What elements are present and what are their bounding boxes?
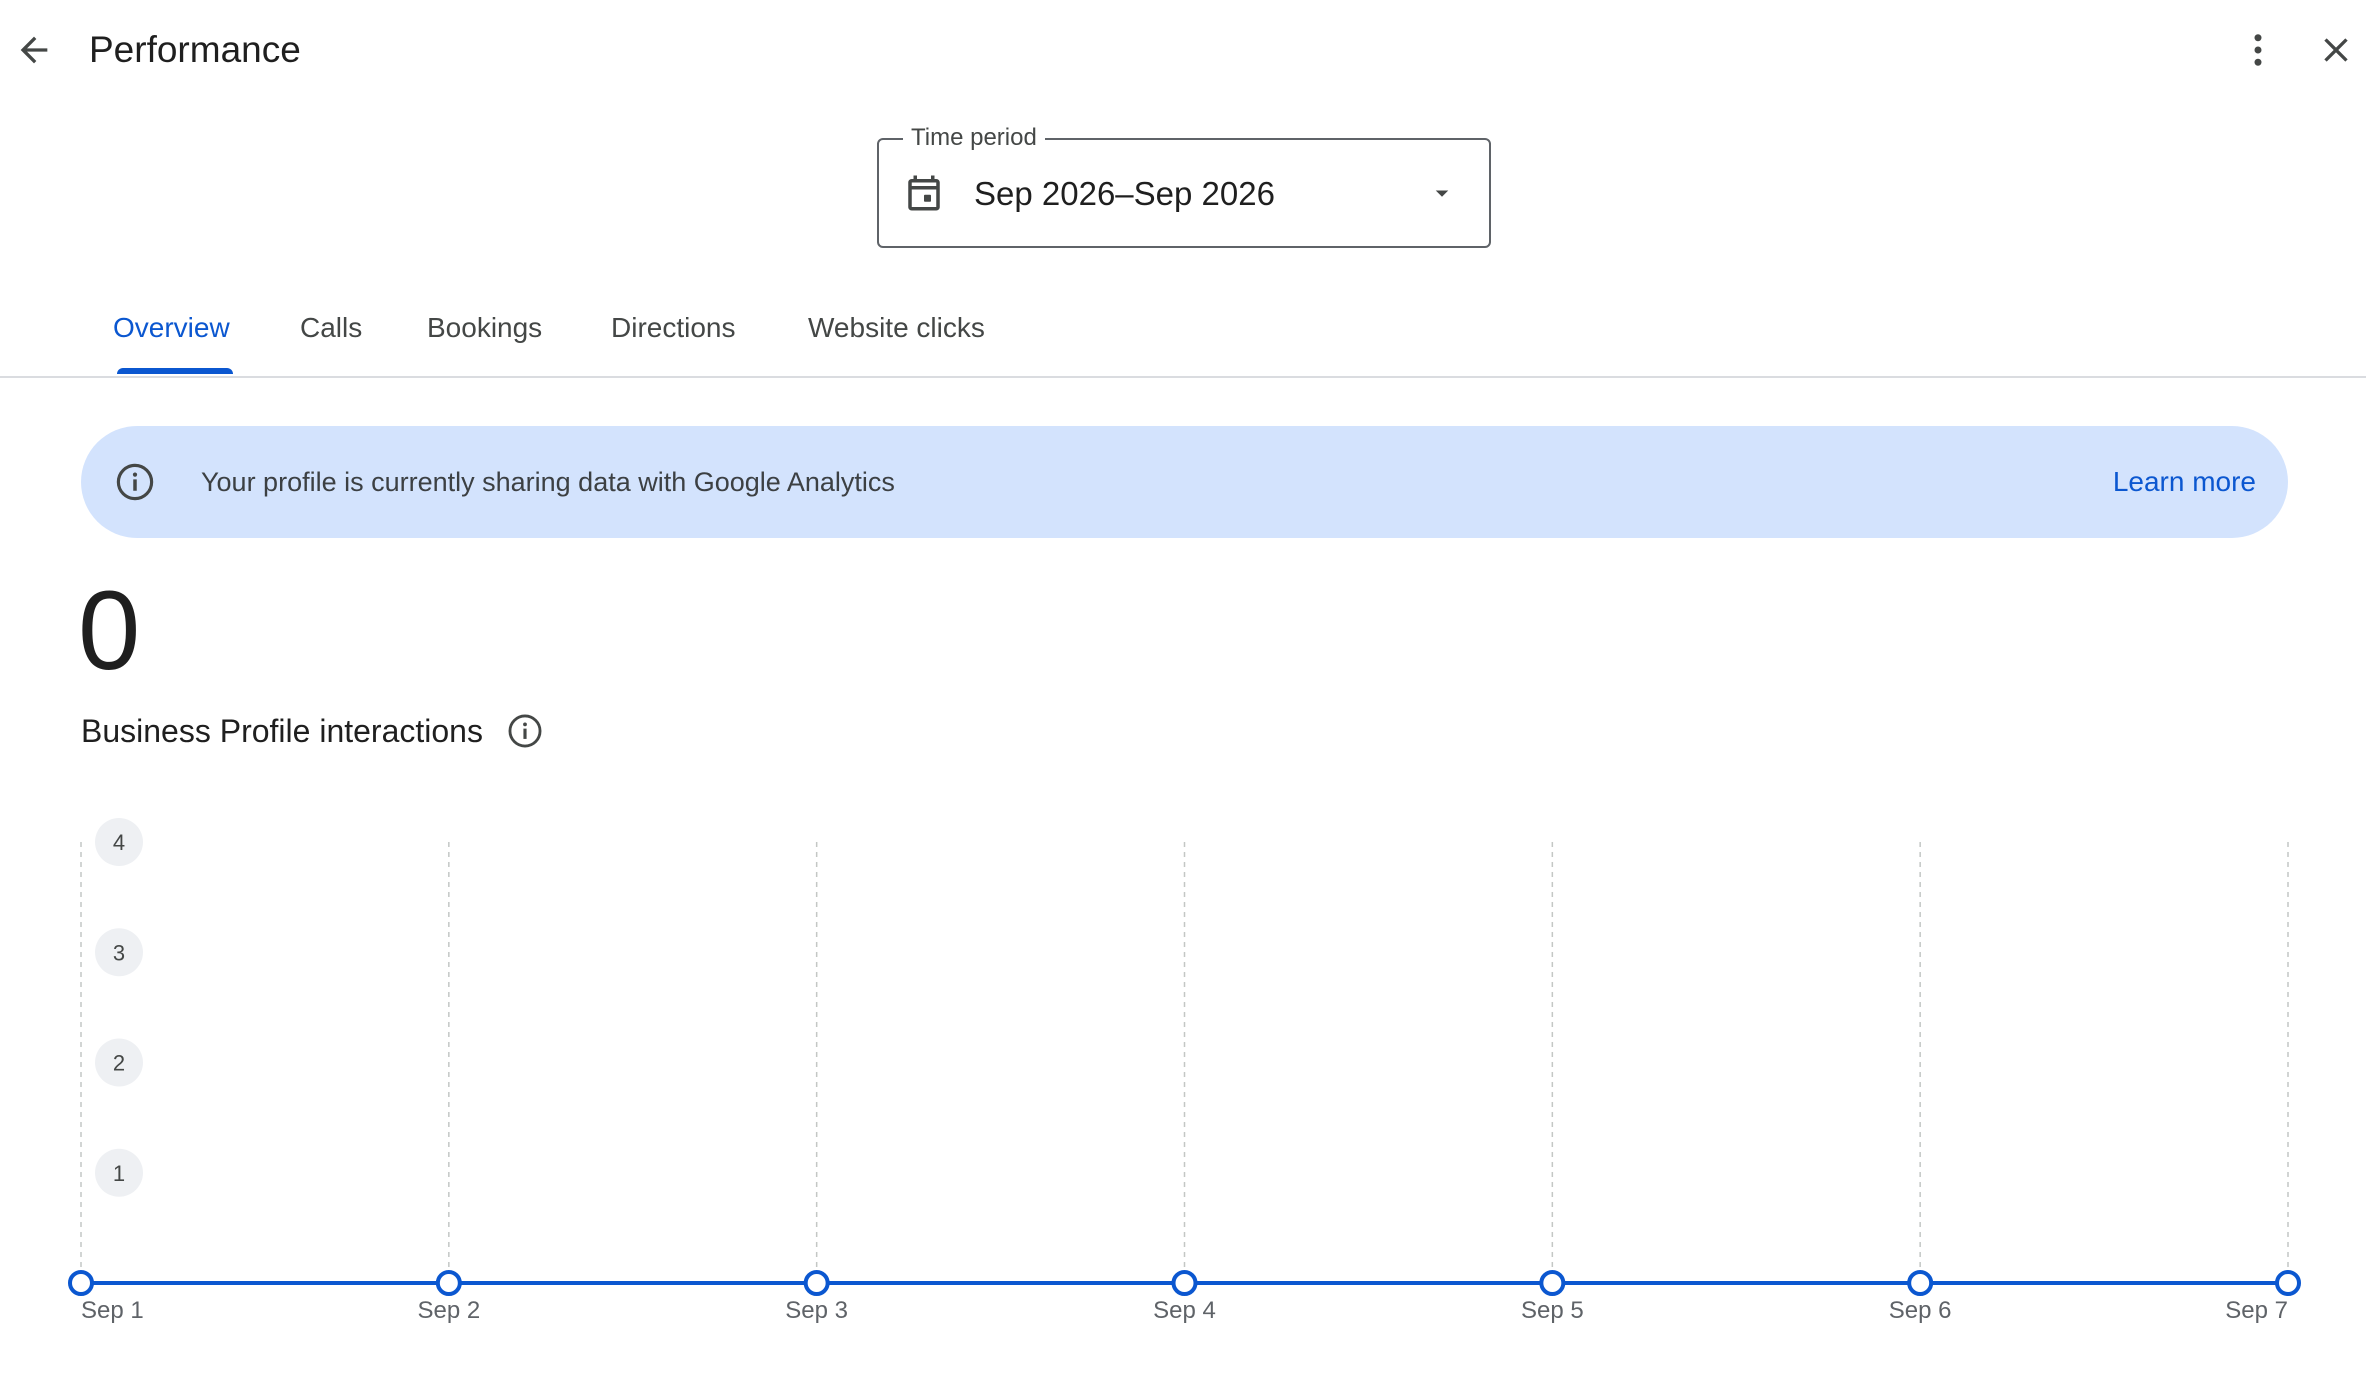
tab-website-clicks[interactable]: Website clicks xyxy=(808,300,985,376)
interactions-label: Business Profile interactions xyxy=(81,713,483,749)
close-icon xyxy=(2324,38,2348,62)
y-tick-label: 4 xyxy=(113,830,125,855)
data-point xyxy=(1907,1270,1934,1296)
more-options-button[interactable] xyxy=(2228,20,2288,80)
page-title: Performance xyxy=(89,29,301,70)
calendar-icon xyxy=(908,175,940,211)
dropdown-arrow-icon xyxy=(1435,190,1449,197)
tab-bar: Overview Calls Bookings Directions Websi… xyxy=(0,300,2366,378)
data-point xyxy=(1539,1270,1566,1296)
learn-more-link[interactable]: Learn more xyxy=(2113,463,2256,501)
tab-overview[interactable]: Overview xyxy=(113,300,230,376)
x-tick-label: Sep 5 xyxy=(1521,1297,1584,1324)
info-icon xyxy=(116,463,154,501)
tab-bookings[interactable]: Bookings xyxy=(427,300,542,376)
data-point xyxy=(68,1270,94,1296)
time-period-label: Time period xyxy=(903,123,1045,153)
banner-message: Your profile is currently sharing data w… xyxy=(201,467,895,497)
x-tick-label: Sep 3 xyxy=(785,1297,848,1324)
x-tick-label: Sep 6 xyxy=(1889,1297,1952,1324)
close-button[interactable] xyxy=(2306,20,2366,80)
data-point xyxy=(435,1270,462,1296)
interactions-chart: 1 2 3 4 Sep 1 Sep 2 Sep 3 Sep 4 Sep 5 Sep 6 Sep 7 xyxy=(68,818,2301,1324)
y-tick-label: 1 xyxy=(113,1161,125,1186)
tab-directions[interactable]: Directions xyxy=(611,300,735,376)
data-point xyxy=(2275,1270,2301,1296)
active-tab-indicator xyxy=(117,368,233,374)
x-tick-label: Sep 2 xyxy=(417,1297,480,1324)
time-period-value: Sep 2026–Sep 2026 xyxy=(974,175,1275,212)
interactions-count: 0 xyxy=(78,568,141,693)
data-point xyxy=(1171,1270,1198,1296)
analytics-banner: Your profile is currently sharing data w… xyxy=(81,426,2288,538)
time-period-select[interactable]: Time period Sep 2026–Sep 2026 xyxy=(877,123,1491,248)
x-tick-label: Sep 1 xyxy=(81,1297,144,1324)
more-vert-icon xyxy=(2254,34,2262,66)
x-tick-label: Sep 7 xyxy=(2225,1297,2288,1324)
tab-calls[interactable]: Calls xyxy=(300,300,362,376)
data-point xyxy=(803,1270,830,1296)
y-tick-label: 2 xyxy=(113,1051,125,1076)
back-button[interactable] xyxy=(4,20,64,80)
info-icon[interactable] xyxy=(506,712,544,750)
x-tick-label: Sep 4 xyxy=(1153,1297,1216,1324)
y-tick-label: 3 xyxy=(113,940,125,965)
arrow-back-icon xyxy=(20,36,48,64)
